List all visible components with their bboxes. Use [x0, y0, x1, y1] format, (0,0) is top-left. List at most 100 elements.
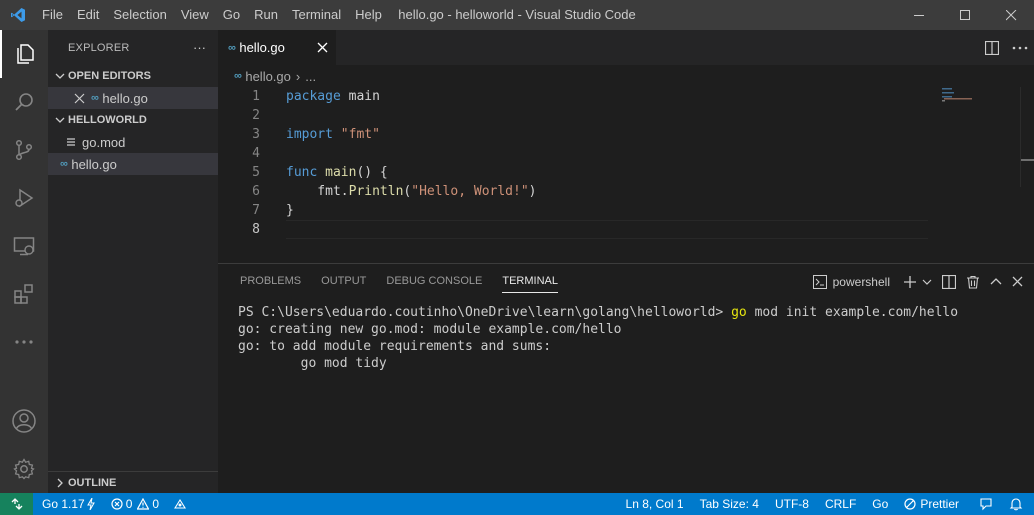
menu-go[interactable]: Go	[216, 0, 247, 30]
source-control-icon[interactable]	[0, 126, 48, 174]
breadcrumb-symbol[interactable]: ...	[305, 69, 316, 84]
folder-label: HELLOWORLD	[68, 114, 147, 126]
broadcast-icon[interactable]	[168, 493, 192, 515]
code-line: 6 fmt.Println("Hello, World!")	[218, 182, 928, 201]
close-window-button[interactable]	[988, 0, 1034, 30]
close-icon[interactable]	[74, 93, 85, 104]
minimize-button[interactable]	[896, 0, 942, 30]
remote-explorer-icon[interactable]	[0, 222, 48, 270]
go-version-status[interactable]: Go 1.17	[37, 493, 100, 515]
open-editors-label: OPEN EDITORS	[68, 70, 151, 82]
shell-label: powershell	[832, 274, 890, 289]
new-terminal-icon[interactable]	[898, 264, 922, 299]
notifications-bell-icon[interactable]	[1004, 493, 1028, 515]
vertical-scrollbar[interactable]	[1020, 87, 1034, 187]
search-icon[interactable]	[0, 78, 48, 126]
folder-header[interactable]: HELLOWORLD	[48, 109, 218, 131]
warning-count: 0	[152, 497, 160, 511]
line-number: 7	[252, 203, 260, 218]
chevron-down-icon	[52, 115, 68, 125]
prettier-icon	[904, 498, 916, 510]
explorer-sidebar: EXPLORER ··· OPEN EDITORS ∞ hello.go HEL…	[48, 30, 218, 493]
tab-size[interactable]: Tab Size: 4	[695, 493, 764, 515]
code-line-active: 8	[218, 220, 928, 239]
tab-debug-console[interactable]: DEBUG CONSOLE	[376, 264, 492, 299]
terminal-line: go mod tidy	[238, 356, 387, 371]
trash-icon[interactable]	[961, 264, 985, 299]
explorer-icon[interactable]	[0, 30, 48, 78]
tab-output[interactable]: OUTPUT	[311, 264, 376, 299]
code-text: }	[286, 203, 294, 218]
tab-problems[interactable]: PROBLEMS	[230, 264, 311, 299]
code-editor[interactable]: 1 package main 2 3 import "fmt" 4 5 func…	[218, 87, 928, 239]
more-actions-icon[interactable]	[1006, 30, 1034, 65]
file-label: hello.go	[71, 156, 117, 172]
chevron-down-icon[interactable]	[922, 264, 937, 299]
line-number: 2	[252, 108, 260, 123]
extensions-icon[interactable]	[0, 270, 48, 318]
terminal-line: go: creating new go.mod: module example.…	[238, 322, 622, 337]
maximize-panel-icon[interactable]	[985, 264, 1007, 299]
line-number: 3	[252, 127, 260, 142]
terminal-prompt: PS C:\Users\eduardo.coutinho\OneDrive\le…	[238, 305, 732, 320]
split-terminal-icon[interactable]	[937, 264, 961, 299]
panel-tab-bar: PROBLEMS OUTPUT DEBUG CONSOLE TERMINAL p…	[218, 264, 1034, 299]
outline-header[interactable]: OUTLINE	[48, 471, 218, 493]
editor-area: ∞ hello.go ∞ hello.go › ... 1 package ma…	[218, 30, 1034, 263]
breadcrumb-file[interactable]: hello.go	[245, 69, 291, 84]
feedback-icon[interactable]	[974, 493, 998, 515]
problems-status[interactable]: 0 0	[106, 493, 164, 515]
open-editors-header[interactable]: OPEN EDITORS	[48, 65, 218, 87]
split-editor-icon[interactable]	[978, 30, 1006, 65]
encoding[interactable]: UTF-8	[770, 493, 814, 515]
open-editor-item[interactable]: ∞ hello.go	[48, 87, 218, 109]
menu-edit[interactable]: Edit	[70, 0, 106, 30]
close-icon[interactable]	[317, 41, 328, 56]
minimap[interactable]	[942, 87, 1022, 127]
go-file-icon: ∞	[228, 41, 236, 54]
terminal-shell-select[interactable]: powershell	[812, 274, 890, 289]
settings-gear-icon[interactable]	[0, 445, 48, 493]
maximize-button[interactable]	[942, 0, 988, 30]
go-file-icon: ∞	[91, 92, 99, 104]
function-name: main	[325, 165, 357, 180]
title-bar: File Edit Selection View Go Run Terminal…	[0, 0, 1034, 30]
menu-file[interactable]: File	[35, 0, 70, 30]
sidebar-title: EXPLORER	[68, 41, 130, 54]
code-line: 4	[218, 144, 928, 163]
close-panel-icon[interactable]	[1007, 264, 1028, 299]
terminal-args: mod init example.com/hello	[746, 305, 959, 320]
go-version-label: Go 1.17	[42, 497, 85, 511]
accounts-icon[interactable]	[0, 397, 48, 445]
bottom-panel: PROBLEMS OUTPUT DEBUG CONSOLE TERMINAL p…	[218, 263, 1034, 493]
tab-terminal[interactable]: TERMINAL	[492, 264, 568, 299]
remote-indicator-button[interactable]	[0, 493, 33, 515]
tab-hello-go[interactable]: ∞ hello.go	[218, 30, 336, 65]
prettier-label: Prettier	[920, 497, 959, 511]
menu-help[interactable]: Help	[348, 0, 389, 30]
menu-run[interactable]: Run	[247, 0, 285, 30]
cursor-position[interactable]: Ln 8, Col 1	[621, 493, 689, 515]
file-item-go-mod[interactable]: go.mod	[48, 131, 218, 153]
terminal-output[interactable]: PS C:\Users\eduardo.coutinho\OneDrive\le…	[218, 299, 1034, 372]
menu-terminal[interactable]: Terminal	[285, 0, 348, 30]
line-number: 5	[252, 165, 260, 180]
run-debug-icon[interactable]	[0, 174, 48, 222]
menu-view[interactable]: View	[174, 0, 216, 30]
code-line: 7 }	[218, 201, 928, 220]
mod-file-icon	[66, 137, 76, 147]
breadcrumb: ∞ hello.go › ...	[218, 65, 1034, 87]
open-editor-label: hello.go	[102, 90, 148, 106]
language-mode[interactable]: Go	[867, 493, 893, 515]
prettier-status[interactable]: Prettier	[899, 493, 964, 515]
status-bar-right: Ln 8, Col 1 Tab Size: 4 UTF-8 CRLF Go Pr…	[621, 493, 1028, 515]
more-icon[interactable]	[0, 318, 48, 366]
menu-selection[interactable]: Selection	[106, 0, 173, 30]
end-of-line[interactable]: CRLF	[820, 493, 861, 515]
file-item-hello-go[interactable]: ∞ hello.go	[48, 153, 218, 175]
remote-icon	[11, 498, 22, 510]
string-literal: "Hello, World!"	[411, 184, 529, 199]
more-actions-button[interactable]: ···	[193, 40, 206, 55]
